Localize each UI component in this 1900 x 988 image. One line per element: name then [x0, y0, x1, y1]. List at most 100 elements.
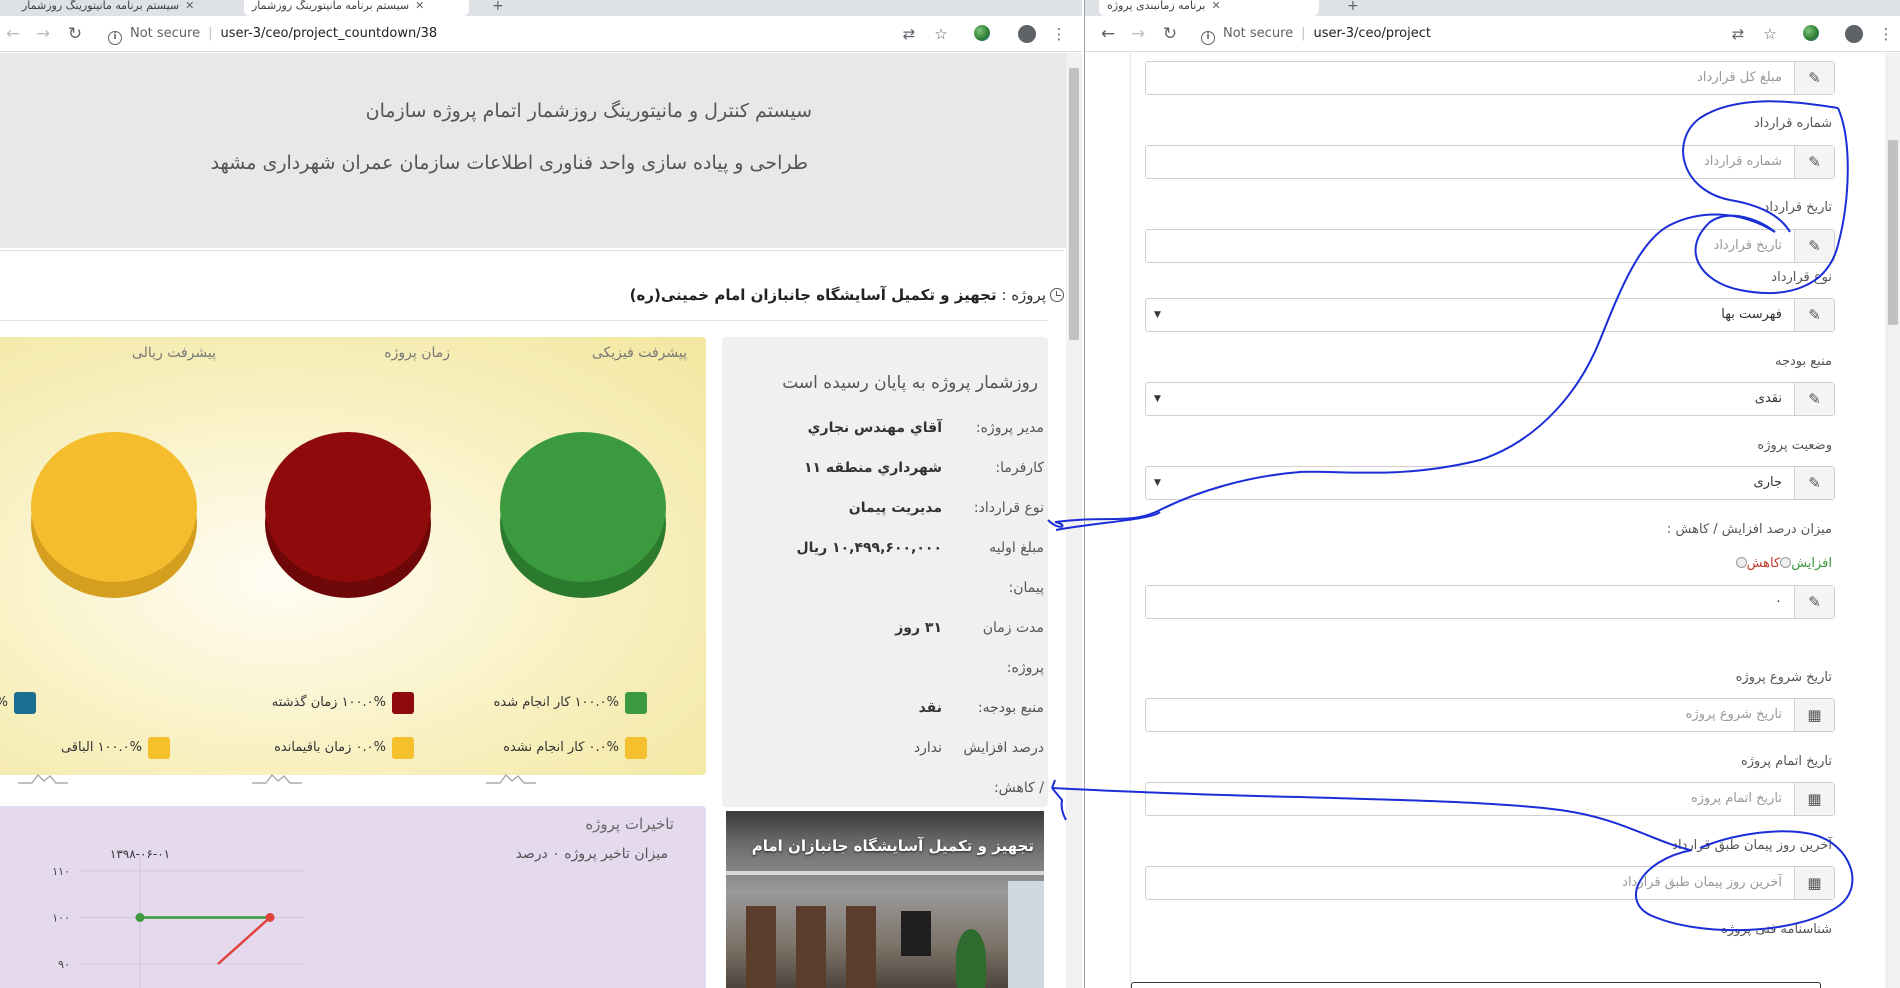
field-label: وضعیت پروژه [1757, 438, 1832, 453]
budget-source-select[interactable]: نقدی ▼ ✎ [1145, 382, 1835, 416]
gauge-title: پیشرفت ریالی [131, 345, 216, 361]
info-label: درصد افزایش [963, 740, 1044, 756]
browser-tab-active[interactable]: سیستم برنامه مانیتورینگ روزشمار ✕ [244, 0, 469, 16]
page-margin [1085, 53, 1131, 988]
contract-amount-field[interactable]: مبلغ کل قرارداد ✎ [1145, 61, 1835, 95]
back-icon[interactable]: ← [1097, 23, 1119, 45]
door [746, 906, 776, 988]
edit-icon: ✎ [1794, 230, 1834, 262]
legend-item: ۰.۰% کار انجام نشده [503, 736, 647, 760]
info-label: مدیر پروژه: [975, 420, 1044, 436]
clock-icon [1050, 288, 1064, 302]
browser-toolbar: ← → ↻ i Not secure | user-3/ceo/project ⇄ ☆… [1085, 16, 1900, 52]
new-tab-icon[interactable]: + [492, 0, 504, 14]
field-label: نوع قرارداد [1771, 270, 1832, 285]
close-icon[interactable]: ✕ [415, 0, 424, 12]
translate-icon[interactable]: ⇄ [900, 25, 918, 43]
browser-tab-active[interactable]: برنامه زمانبندی پروژه ✕ [1099, 0, 1319, 16]
info-icon[interactable]: i [1201, 31, 1215, 45]
forward-icon[interactable]: → [1127, 23, 1149, 45]
page-subtitle: طراحی و پیاده سازی واحد فناوری اطلاعات س… [210, 152, 808, 174]
contract-last-day-field[interactable]: آخرین روز پیمان طبق قرارداد ▦ [1145, 866, 1835, 900]
info-icon[interactable]: i [108, 31, 122, 45]
new-tab-icon[interactable]: + [1347, 0, 1359, 14]
edit-icon: ✎ [1794, 299, 1834, 331]
start-date-field[interactable]: تاریخ شروع پروژه ▦ [1145, 698, 1835, 732]
address-bar[interactable]: i Not secure | user-3/ceo/project_countdown… [108, 22, 437, 46]
contract-type-select[interactable]: فهرست بها ▼ ✎ [1145, 298, 1835, 332]
page-header [0, 53, 1066, 248]
change-percent-field[interactable]: ۰ ✎ [1145, 585, 1835, 619]
gauge-title: زمان پروژه [384, 345, 450, 361]
calendar-icon: ▦ [1794, 699, 1834, 731]
scrollbar-thumb[interactable] [1069, 68, 1079, 340]
legend-swatch [148, 736, 170, 759]
field-label: منبع بودجه [1775, 354, 1832, 369]
legend-item: ۰.۰% صورت وضعیت تایید شده [0, 691, 36, 715]
edit-icon: ✎ [1794, 586, 1834, 618]
financial-progress-pie [31, 432, 197, 598]
info-label: پروژه: [1006, 660, 1044, 676]
radio-decrease[interactable] [1735, 557, 1747, 568]
address-bar[interactable]: i Not secure | user-3/ceo/project [1201, 22, 1431, 46]
legend-text: ۰.۰% زمان باقیمانده [274, 740, 386, 755]
caret-down-icon: ▼ [1154, 478, 1161, 488]
next-section-box [1131, 982, 1821, 988]
info-value: ندارد [913, 740, 942, 756]
forward-icon[interactable]: → [32, 23, 54, 45]
reload-icon[interactable]: ↻ [1159, 23, 1181, 45]
legend-item: ۰.۰% زمان باقیمانده [274, 736, 414, 760]
edit-icon: ✎ [1794, 62, 1834, 94]
radio-increase-label[interactable]: افزایش [1791, 556, 1832, 571]
project-photo: تجهیز و تکمیل آسایشگاه جانبازان امام [726, 811, 1044, 988]
placeholder: شماره قرارداد [1703, 154, 1782, 169]
end-date-field[interactable]: تاریخ اتمام پروژه ▦ [1145, 782, 1835, 816]
legend-swatch [392, 736, 414, 759]
reload-icon[interactable]: ↻ [64, 23, 86, 45]
security-label: Not secure [130, 26, 201, 41]
field-label: آخرین روز پیمان طبق قرارداد [1672, 838, 1832, 853]
caret-down-icon: ▼ [1154, 394, 1161, 404]
info-label: کارفرما: [995, 460, 1044, 476]
bookmark-star-icon[interactable]: ☆ [1761, 25, 1779, 43]
project-status-select[interactable]: جاری ▼ ✎ [1145, 466, 1835, 500]
page-title: سیستم کنترل و مانیتورینگ روزشمار اتمام پ… [365, 100, 812, 122]
security-label: Not secure [1223, 26, 1294, 41]
close-icon[interactable]: ✕ [185, 0, 194, 12]
back-icon[interactable]: ← [2, 23, 24, 45]
bookmark-star-icon[interactable]: ☆ [932, 25, 950, 43]
translate-icon[interactable]: ⇄ [1729, 25, 1747, 43]
y-tick-label: ۱۱۰ [52, 865, 70, 878]
project-heading: پروژه : تجهیز و تکمیل آسایشگاه جانبازان … [630, 286, 1064, 304]
avatar [1845, 25, 1863, 43]
extension-icon[interactable] [1803, 25, 1821, 43]
project-name: تجهیز و تکمیل آسایشگاه جانبازان امام خمی… [629, 286, 997, 304]
info-value: آقاي مهندس نجاري [807, 420, 942, 436]
countdown-message: روزشمار پروژه به پایان رسیده است [782, 373, 1038, 393]
contract-number-field[interactable]: شماره قرارداد ✎ [1145, 145, 1835, 179]
extension-icon[interactable] [974, 25, 992, 43]
caret-down-icon: ▼ [1154, 310, 1161, 320]
close-icon[interactable]: ✕ [1211, 0, 1220, 12]
placeholder: آخرین روز پیمان طبق قرارداد [1622, 875, 1782, 890]
menu-icon[interactable]: ⋮ [1877, 25, 1895, 43]
info-label: منبع بودجه: [977, 700, 1044, 716]
separator: | [208, 26, 213, 41]
url-text: user-3/ceo/project [1313, 26, 1431, 41]
profile-icon[interactable] [1018, 25, 1036, 43]
contract-date-field[interactable]: تاریخ قرارداد ✎ [1145, 229, 1835, 263]
profile-icon[interactable] [1845, 25, 1863, 43]
menu-icon[interactable]: ⋮ [1050, 25, 1068, 43]
photo-caption: تجهیز و تکمیل آسایشگاه جانبازان امام [751, 837, 1034, 855]
scrollbar-thumb[interactable] [1888, 140, 1898, 325]
legend-swatch [14, 691, 36, 714]
plant [956, 929, 986, 988]
physical-progress-pie [500, 432, 666, 598]
placeholder: تاریخ قرارداد [1713, 238, 1782, 253]
radio-increase[interactable] [1780, 557, 1792, 568]
delays-line-chart: ۱۱۰ ۱۰۰ ۹۰ ۱۳۹۸-۰۶-۰۱ [52, 847, 305, 988]
selected-value: فهرست بها [1721, 307, 1782, 322]
radio-decrease-label[interactable]: کاهش [1747, 556, 1781, 571]
browser-tab[interactable]: سیستم برنامه مانیتورینگ روزشمار ✕ [14, 0, 234, 16]
time-progress-pie [265, 432, 431, 598]
